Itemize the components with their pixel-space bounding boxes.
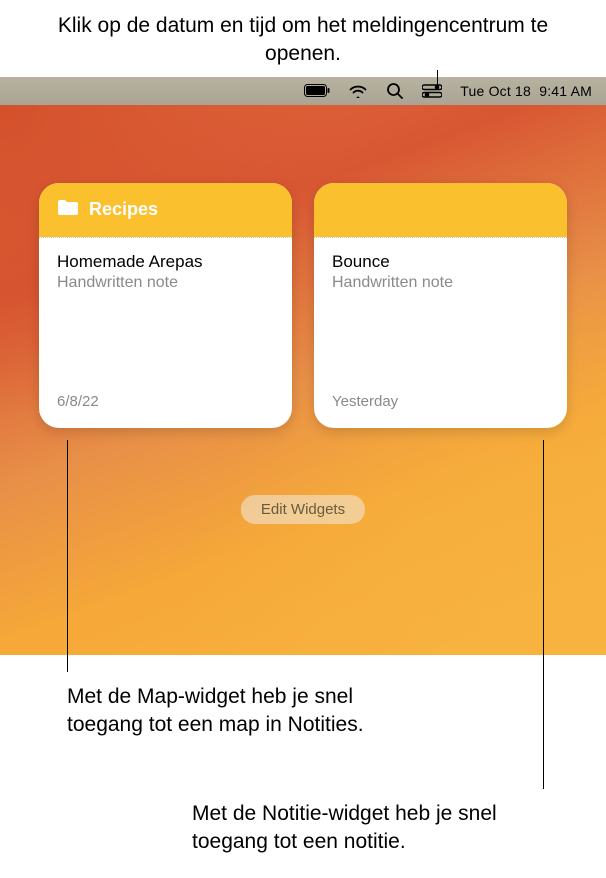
note-widget-header bbox=[314, 183, 567, 237]
note-date: 6/8/22 bbox=[57, 393, 274, 428]
folder-widget-body: Homemade Arepas Handwritten note 6/8/22 bbox=[39, 237, 292, 428]
callout-line-top bbox=[437, 70, 438, 90]
control-center-icon[interactable] bbox=[422, 84, 442, 98]
search-icon[interactable] bbox=[386, 82, 404, 100]
folder-widget-header: Recipes bbox=[39, 183, 292, 237]
menubar: Tue Oct 18 9:41 AM bbox=[0, 77, 606, 105]
bottom-left-caption: Met de Map-widget heb je snel toegang to… bbox=[67, 683, 387, 740]
battery-icon[interactable] bbox=[304, 84, 330, 97]
note-widget[interactable]: Bounce Handwritten note Yesterday bbox=[314, 183, 567, 428]
callout-line-right bbox=[543, 440, 544, 789]
callout-line-left bbox=[67, 440, 68, 672]
desktop-area: Recipes Homemade Arepas Handwritten note… bbox=[0, 105, 606, 655]
note-title: Homemade Arepas bbox=[57, 252, 274, 272]
folder-icon bbox=[57, 198, 79, 221]
menubar-datetime[interactable]: Tue Oct 18 9:41 AM bbox=[460, 83, 592, 99]
menubar-time: 9:41 AM bbox=[539, 83, 592, 99]
note-subtitle: Handwritten note bbox=[57, 274, 274, 292]
folder-widget[interactable]: Recipes Homemade Arepas Handwritten note… bbox=[39, 183, 292, 428]
bottom-right-caption: Met de Notitie-widget heb je snel toegan… bbox=[192, 800, 552, 857]
wifi-icon[interactable] bbox=[348, 83, 368, 98]
top-caption: Klik op de datum en tijd om het meldinge… bbox=[0, 0, 606, 77]
note-title: Bounce bbox=[332, 252, 549, 272]
note-subtitle: Handwritten note bbox=[332, 274, 549, 292]
folder-widget-title: Recipes bbox=[89, 199, 158, 220]
note-date: Yesterday bbox=[332, 393, 549, 428]
menubar-date: Tue Oct 18 bbox=[460, 83, 531, 99]
note-widget-body: Bounce Handwritten note Yesterday bbox=[314, 237, 567, 428]
widgets-row: Recipes Homemade Arepas Handwritten note… bbox=[30, 183, 576, 428]
edit-widgets-button[interactable]: Edit Widgets bbox=[241, 495, 365, 524]
